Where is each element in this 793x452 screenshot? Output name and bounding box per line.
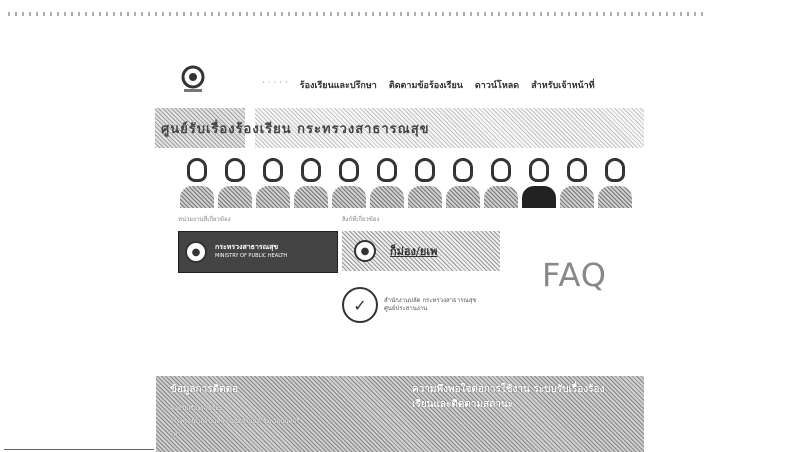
nav-item-complaint[interactable]: ร้องเรียนและปรึกษา xyxy=(300,78,377,92)
office-line-2: ศูนย์ประสานงาน xyxy=(384,305,428,312)
footer-contact-item: โทร xyxy=(170,431,181,438)
footer-survey-title: ความพึงพอใจต่อการใช้งาน ระบบรับเรื่องร้อ… xyxy=(412,384,605,410)
office-line-1: สำนักงานปลัด กระทรวงสาธารณสุข xyxy=(384,297,477,304)
site-logo[interactable] xyxy=(178,64,208,94)
section-label-links: ลิงก์ที่เกี่ยวข้อง xyxy=(342,216,380,223)
person-figure xyxy=(256,158,290,208)
office-link[interactable]: ✓ สำนักงานปลัด กระทรวงสาธารณสุข ศูนย์ประ… xyxy=(342,287,477,323)
moph-name-th: กระทรวงสาธารณสุข xyxy=(215,243,279,251)
hero-banner: ศูนย์รับเรื่องร้องเรียน กระทรวงสาธารณสุข xyxy=(155,108,644,208)
faq-link[interactable]: FAQ xyxy=(542,256,607,294)
person-figure xyxy=(484,158,518,208)
divider xyxy=(4,449,154,450)
partner-link-banner[interactable]: ● ก็ม่อง/ยเพ xyxy=(342,231,500,271)
person-figure xyxy=(446,158,480,208)
person-figure xyxy=(522,158,556,208)
office-link-text: สำนักงานปลัด กระทรวงสาธารณสุข ศูนย์ประสา… xyxy=(384,297,477,313)
footer-contact-item: ศูนย์รับเรื่องร้องเรียน xyxy=(170,405,223,412)
footer-contact: ข้อมูลการติดต่อ ศูนย์รับเรื่องร้องเรียน … xyxy=(170,382,370,442)
nav-item-track[interactable]: ติดตามข้อร้องเรียน xyxy=(389,78,463,92)
footer-contact-title: ข้อมูลการติดต่อ xyxy=(170,384,239,395)
banner-title: ศูนย์รับเรื่องร้องเรียน กระทรวงสาธารณสุข xyxy=(161,122,430,137)
person-figure xyxy=(560,158,594,208)
section-label-agencies: หน่วยงานที่เกี่ยวข้อง xyxy=(178,216,231,223)
nav-item-home[interactable]: · · · · · xyxy=(262,78,288,92)
person-figure xyxy=(408,158,442,208)
footer: ข้อมูลการติดต่อ ศูนย์รับเรื่องร้องเรียน … xyxy=(156,376,644,452)
person-figure xyxy=(598,158,632,208)
nav-item-download[interactable]: ดาวน์โหลด xyxy=(475,78,519,92)
footer-contact-item: กระทรวงสาธารณสุข ถนนติวานนท์ จังหวัดนนทบ… xyxy=(170,418,300,425)
person-figure xyxy=(332,158,366,208)
office-emblem-icon: ✓ xyxy=(342,287,378,323)
moph-link-banner[interactable]: ● กระทรวงสาธารณสุข MINISTRY OF PUBLIC HE… xyxy=(178,231,338,273)
person-figure xyxy=(370,158,404,208)
partner-emblem-icon: ● xyxy=(354,240,376,262)
footer-survey[interactable]: ความพึงพอใจต่อการใช้งาน ระบบรับเรื่องร้อ… xyxy=(412,382,612,418)
person-figure xyxy=(218,158,252,208)
nav-item-staff[interactable]: สำหรับเจ้าหน้าที่ xyxy=(531,78,595,92)
moph-link-text: กระทรวงสาธารณสุข MINISTRY OF PUBLIC HEAL… xyxy=(215,243,287,261)
person-figure xyxy=(294,158,328,208)
top-status-text xyxy=(8,12,708,16)
moph-name-en: MINISTRY OF PUBLIC HEALTH xyxy=(215,253,288,259)
person-figure xyxy=(180,158,214,208)
partner-link-text: ก็ม่อง/ยเพ xyxy=(390,245,438,258)
banner-people-illustration xyxy=(180,158,632,208)
moph-emblem-icon: ● xyxy=(185,241,207,263)
main-nav: · · · · · ร้องเรียนและปรึกษา ติดตามข้อร้… xyxy=(262,78,595,92)
